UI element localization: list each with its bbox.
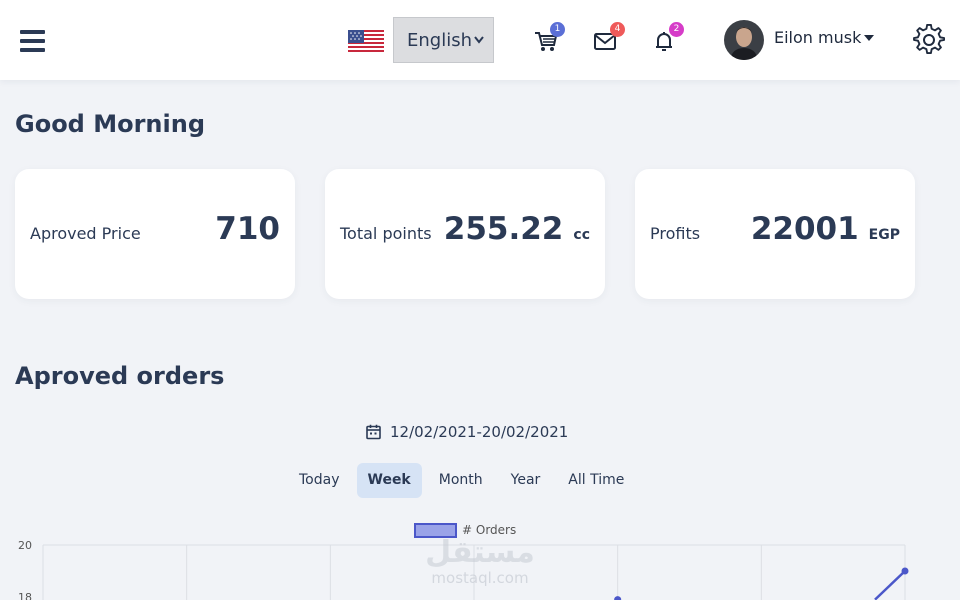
stat-card-approved-price: Aproved Price 710: [15, 169, 295, 299]
orders-section-title: Aproved orders: [15, 362, 225, 390]
orders-line-chart: # Orders2018مستقلmostaql.com: [18, 523, 909, 600]
stat-unit: cc: [573, 227, 590, 243]
watermark-arabic: مستقل: [425, 535, 535, 570]
notifications-button[interactable]: 2: [652, 22, 684, 54]
stat-card-profits: Profits 22001 EGP: [635, 169, 915, 299]
watermark-latin: mostaql.com: [431, 569, 528, 587]
caret-down-icon[interactable]: [864, 35, 874, 41]
gear-icon[interactable]: [913, 24, 945, 56]
hamburger-menu-icon[interactable]: [20, 30, 45, 52]
data-point: [614, 596, 622, 600]
greeting-title: Good Morning: [15, 110, 205, 138]
avatar[interactable]: [724, 20, 764, 60]
top-header: English 1 4 2 Eilon musk: [0, 0, 960, 80]
series-line: [874, 570, 906, 600]
stat-card-total-points: Total points 255.22 cc: [325, 169, 605, 299]
stat-label: Aproved Price: [30, 224, 141, 243]
cart-button[interactable]: 1: [533, 22, 565, 54]
notifications-badge: 2: [669, 22, 684, 37]
mail-button[interactable]: 4: [593, 22, 625, 54]
us-flag-icon: [348, 30, 384, 54]
chevron-down-icon: [474, 36, 484, 44]
stat-value: 710: [215, 211, 280, 247]
tab-week[interactable]: Week: [356, 463, 422, 498]
language-select[interactable]: English: [393, 17, 494, 63]
user-name[interactable]: Eilon musk: [774, 28, 861, 47]
user-photo-icon: [724, 20, 764, 60]
stat-label: Profits: [650, 224, 701, 243]
stat-value: 255.22: [443, 211, 564, 247]
tab-month[interactable]: Month: [428, 463, 494, 498]
stat-unit: EGP: [868, 227, 900, 243]
language-select-value: English: [407, 29, 472, 51]
tab-all-time[interactable]: All Time: [557, 463, 635, 498]
data-point: [901, 567, 909, 575]
stat-label: Total points: [340, 224, 432, 243]
calendar-icon: [366, 424, 381, 440]
tab-year[interactable]: Year: [500, 463, 552, 498]
tab-today[interactable]: Today: [288, 463, 351, 498]
cart-badge: 1: [550, 22, 565, 37]
y-tick-label: 20: [18, 539, 32, 552]
y-tick-label: 18: [18, 591, 32, 600]
mail-badge: 4: [610, 22, 625, 37]
stat-value: 22001: [750, 211, 859, 247]
date-range-text: 12/02/2021-20/02/2021: [390, 423, 569, 441]
period-tabs: Today Week Month Year All Time: [288, 463, 641, 498]
date-range-picker[interactable]: 12/02/2021-20/02/2021: [366, 423, 568, 441]
